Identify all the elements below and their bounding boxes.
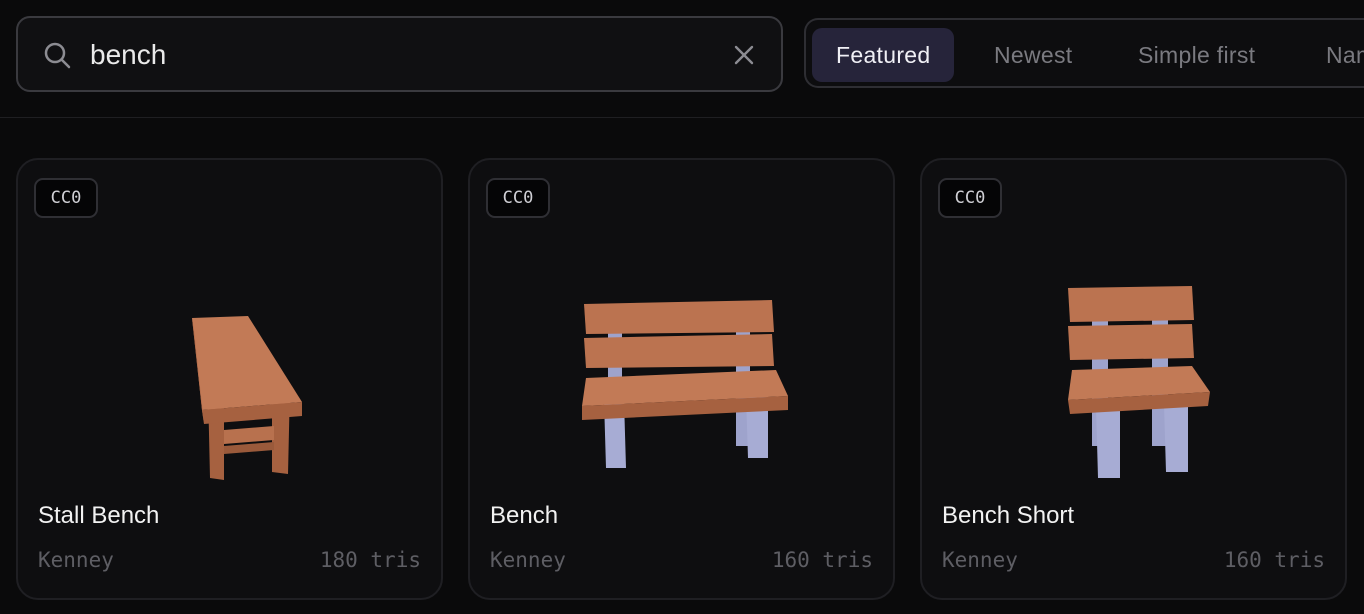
- tab-name[interactable]: Nam: [1326, 28, 1364, 82]
- card-author: Kenney: [942, 548, 1018, 572]
- tab-newest[interactable]: Newest: [994, 28, 1073, 82]
- card-author: Kenney: [490, 548, 566, 572]
- card-title: Bench Short: [942, 502, 1075, 529]
- stall-bench-thumbnail: [192, 316, 302, 480]
- license-badge: CC0: [34, 178, 98, 218]
- tab-featured[interactable]: Featured: [812, 28, 955, 82]
- card-author: Kenney: [38, 548, 114, 572]
- asset-card-bench[interactable]: CC0 Bench Kenney 160 tris: [468, 158, 895, 600]
- search-input[interactable]: [90, 32, 710, 78]
- card-title: Stall Bench: [38, 502, 160, 529]
- asset-card-stall-bench[interactable]: CC0 Stall Bench Kenney 180 tris: [16, 158, 443, 600]
- bench-short-thumbnail: [1068, 286, 1210, 478]
- top-bar: Featured Newest Simple first Nam: [0, 0, 1364, 118]
- tab-simple-first[interactable]: Simple first: [1138, 28, 1255, 82]
- asset-card-bench-short[interactable]: CC0 Bench Short Kenney 160 tris: [920, 158, 1347, 600]
- sort-tabs: Featured Newest Simple first Nam: [804, 18, 1364, 88]
- card-tri-count: 160 tris: [771, 548, 873, 572]
- search-icon: [44, 42, 71, 69]
- close-icon[interactable]: [731, 42, 757, 68]
- card-tri-count: 180 tris: [319, 548, 421, 572]
- license-badge: CC0: [938, 178, 1002, 218]
- search-box[interactable]: [16, 16, 783, 92]
- bench-thumbnail: [582, 300, 788, 468]
- license-badge: CC0: [486, 178, 550, 218]
- card-title: Bench: [490, 502, 559, 529]
- card-tri-count: 160 tris: [1223, 548, 1325, 572]
